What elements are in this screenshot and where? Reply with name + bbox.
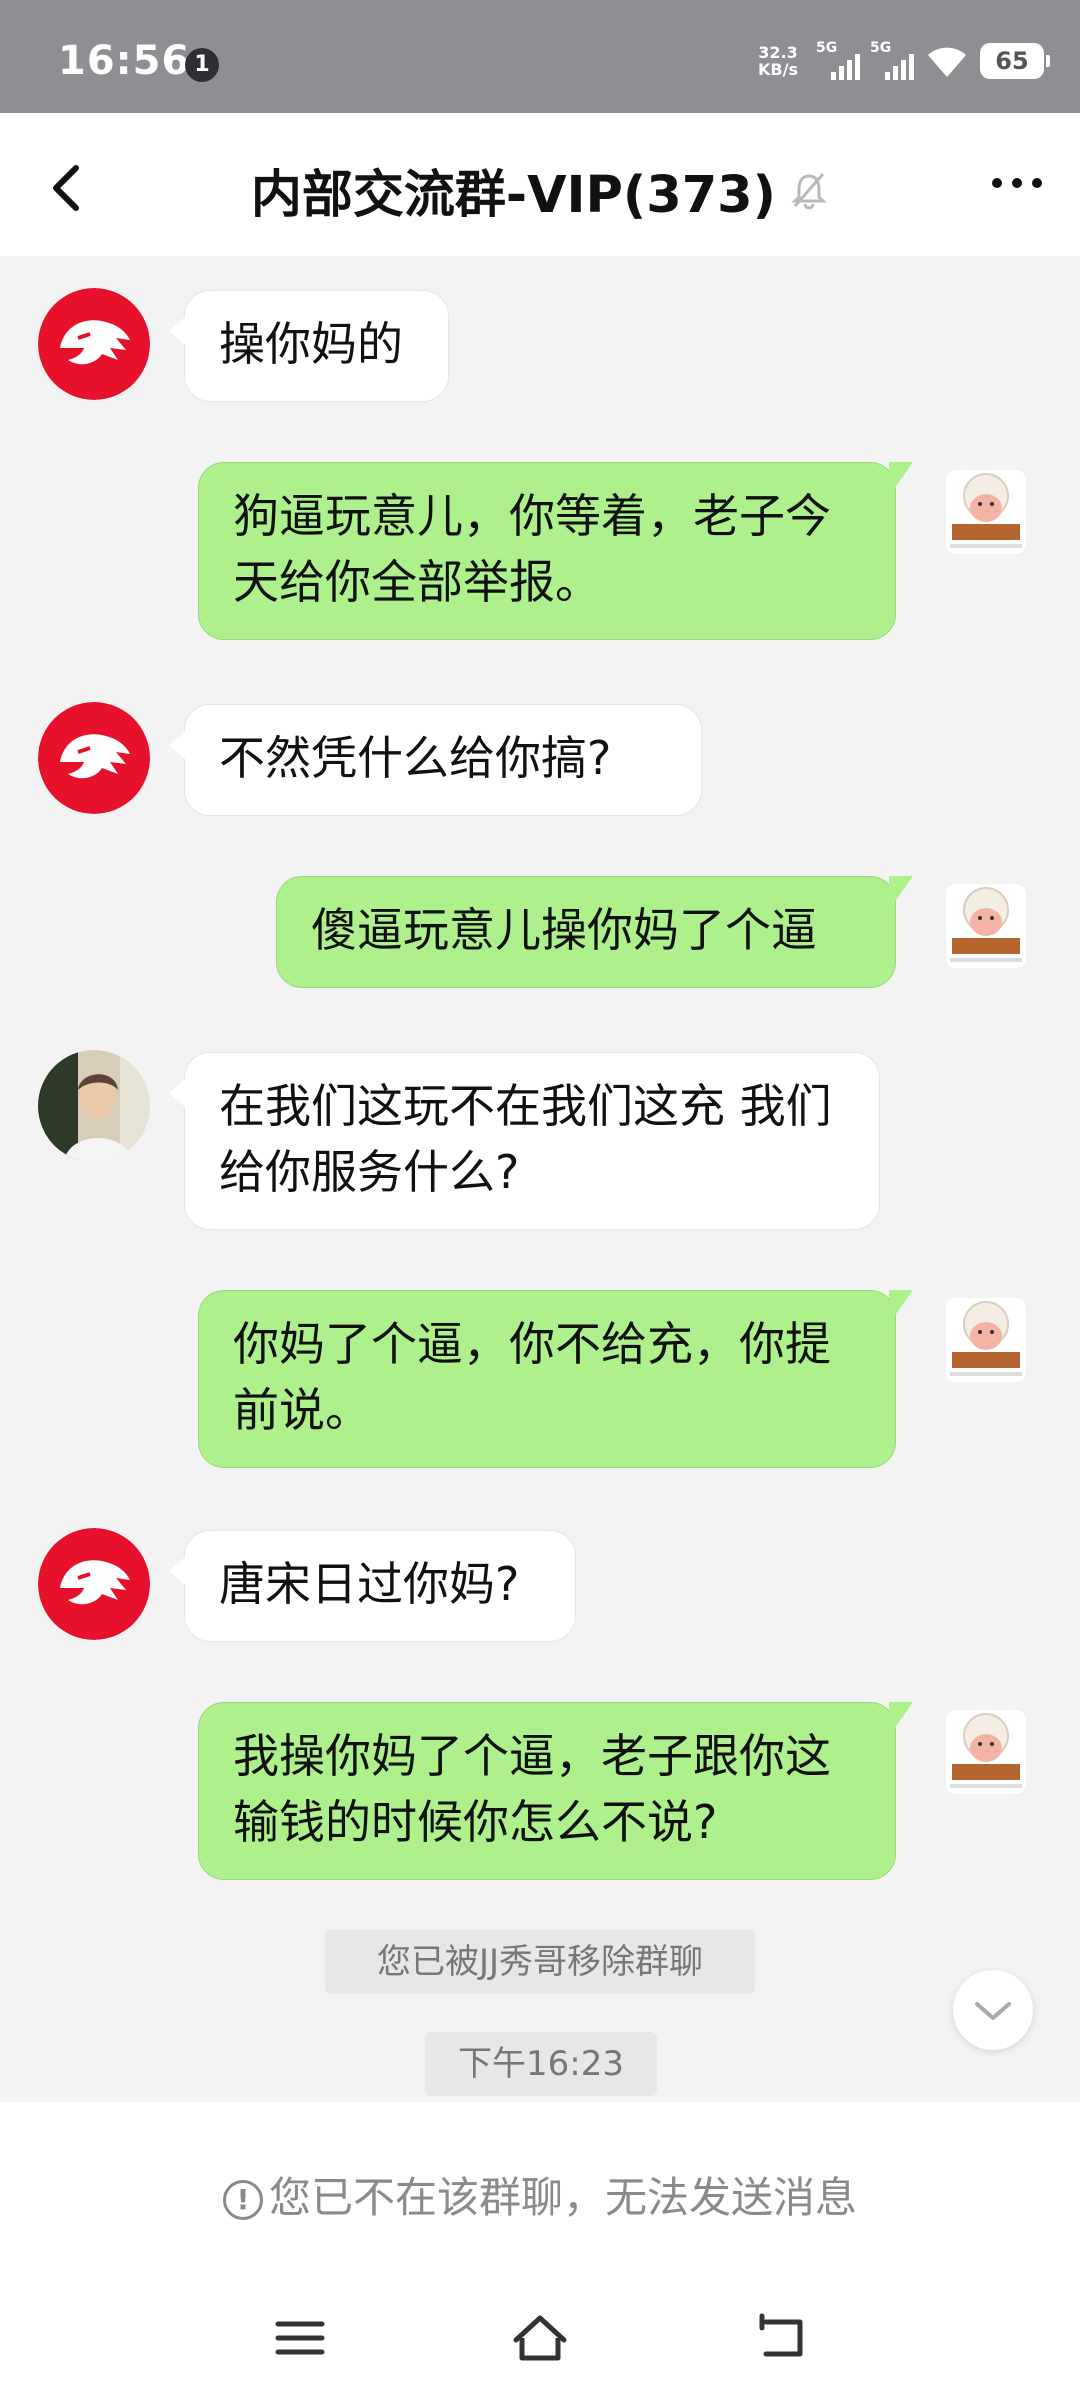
- not-in-group-notice: ! 您已不在该群聊，无法发送消息: [0, 2164, 1080, 2225]
- avatar[interactable]: [946, 470, 1026, 554]
- message-bubble-incoming[interactable]: 在我们这玩不在我们这充 我们给你服务什么?: [169, 1052, 880, 1230]
- sheep-avatar-icon: [946, 884, 1026, 968]
- message-bubble-incoming[interactable]: 操你妈的: [169, 290, 449, 402]
- title-wrapper: 内部交流群-VIP(373): [0, 153, 1080, 227]
- notification-count-badge: 1: [185, 48, 219, 82]
- message-text: 我操你妈了个逼，老子跟你这输钱的时候你怎么不说?: [233, 1729, 831, 1849]
- message-text: 操你妈的: [219, 317, 403, 371]
- sheep-avatar-icon: [946, 1710, 1026, 1794]
- message-text: 傻逼玩意儿操你妈了个逼: [311, 903, 817, 957]
- system-removed-text: 您已被JJ秀哥移除群聊: [376, 1942, 704, 1982]
- avatar[interactable]: [38, 1528, 150, 1640]
- message-bubble-incoming[interactable]: 唐宋日过你妈?: [169, 1530, 576, 1642]
- message-text: 不然凭什么给你搞?: [219, 731, 612, 785]
- avatar[interactable]: [946, 884, 1026, 968]
- status-bar: 16:56 1 32.3 KB/s 5G 5G 65: [0, 0, 1080, 113]
- notice-text: 您已不在该群聊，无法发送消息: [268, 2173, 857, 2222]
- sheep-avatar-icon: [946, 470, 1026, 554]
- avatar[interactable]: [38, 288, 150, 400]
- timestamp-text: 下午16:23: [458, 2044, 624, 2084]
- sheep-avatar-icon: [946, 1298, 1026, 1382]
- more-dots-icon[interactable]: [988, 163, 1046, 203]
- scroll-to-bottom-button[interactable]: [953, 1970, 1033, 2050]
- network-speed-value: 32.3: [758, 43, 798, 62]
- home-icon[interactable]: [510, 2308, 570, 2368]
- input-area-disabled: ! 您已不在该群聊，无法发送消息: [0, 2102, 1080, 2400]
- message-text: 在我们这玩不在我们这充 我们给你服务什么?: [219, 1079, 832, 1199]
- message-bubble-outgoing[interactable]: 傻逼玩意儿操你妈了个逼: [276, 876, 913, 988]
- message-bubble-outgoing[interactable]: 你妈了个逼，你不给充，你提前说。: [198, 1290, 913, 1468]
- bell-off-icon: [791, 173, 827, 210]
- network-speed: 32.3 KB/s: [758, 44, 798, 78]
- avatar[interactable]: [946, 1710, 1026, 1794]
- signal-icon: 5G: [870, 40, 914, 82]
- avatar[interactable]: [946, 1298, 1026, 1382]
- red-tiger-logo-icon: [38, 288, 150, 400]
- message-bubble-outgoing[interactable]: 我操你妈了个逼，老子跟你这输钱的时候你怎么不说?: [198, 1702, 913, 1880]
- chat-title: 内部交流群-VIP(373): [250, 166, 776, 225]
- avatar[interactable]: [38, 702, 150, 814]
- system-removed-notice: 您已被JJ秀哥移除群聊: [325, 1930, 755, 1994]
- system-timestamp: 下午16:23: [425, 2032, 657, 2096]
- message-text: 唐宋日过你妈?: [219, 1557, 520, 1611]
- info-icon: !: [222, 2180, 263, 2220]
- wifi-icon: [928, 47, 966, 77]
- status-time: 16:56: [58, 38, 191, 84]
- signal-icon: 5G: [816, 40, 860, 82]
- message-bubble-incoming[interactable]: 不然凭什么给你搞?: [169, 704, 702, 816]
- message-text: 你妈了个逼，你不给充，你提前说。: [233, 1317, 831, 1437]
- back-icon[interactable]: [752, 2308, 812, 2368]
- chevron-down-icon: [975, 2002, 1011, 2020]
- red-tiger-logo-icon: [38, 702, 150, 814]
- person-photo-icon: [38, 1050, 150, 1162]
- network-speed-unit: KB/s: [758, 60, 798, 79]
- message-text: 狗逼玩意儿，你等着，老子今天给你全部举报。: [233, 489, 831, 609]
- status-icons: 32.3 KB/s 5G 5G 65: [758, 40, 1050, 82]
- red-tiger-logo-icon: [38, 1528, 150, 1640]
- battery-icon: 65: [980, 43, 1050, 79]
- avatar[interactable]: [38, 1050, 150, 1162]
- chat-header: 内部交流群-VIP(373): [0, 113, 1080, 256]
- message-list[interactable]: 操你妈的 狗逼玩意儿，你等着，老子今天给你全部举报。 不然凭什么给你搞? 傻逼玩…: [0, 256, 1080, 2102]
- menu-icon[interactable]: [270, 2308, 330, 2368]
- battery-level: 65: [995, 47, 1029, 75]
- message-bubble-outgoing[interactable]: 狗逼玩意儿，你等着，老子今天给你全部举报。: [198, 462, 913, 640]
